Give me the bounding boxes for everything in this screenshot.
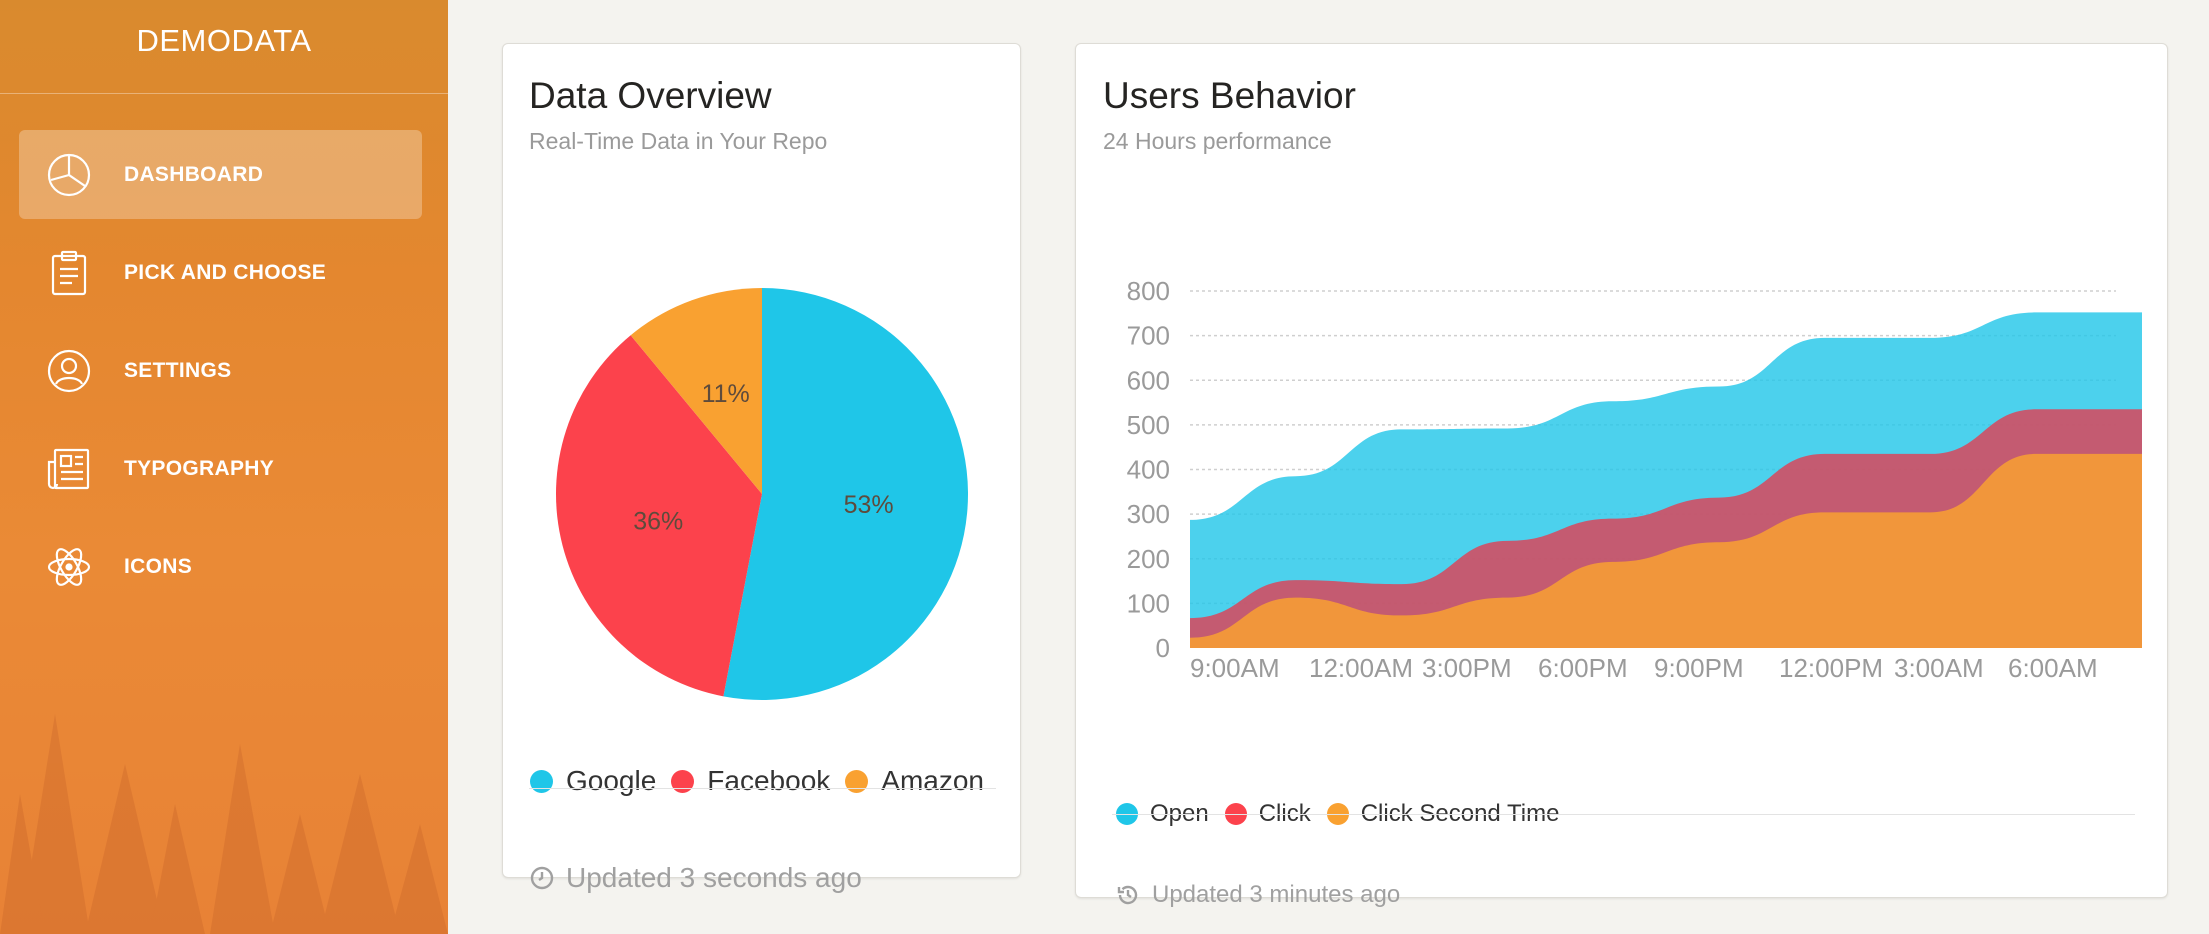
card-footer: Updated 3 minutes ago [1116, 881, 1400, 909]
history-icon [1116, 883, 1140, 907]
legend-dot-facebook [671, 769, 695, 793]
clock-icon [530, 866, 554, 890]
data-overview-card: Data Overview Real-Time Data in Your Rep… [502, 43, 1021, 893]
legend-item-facebook: Facebook [671, 765, 830, 797]
forest-background-image [0, 714, 448, 934]
y-tick-label: 200 [1127, 544, 1170, 574]
y-tick-label: 400 [1127, 455, 1170, 485]
footer-text: Updated 3 seconds ago [566, 862, 862, 893]
pie-slice-label: 36% [633, 508, 683, 536]
x-tick-label: 9:00AM [1190, 653, 1280, 683]
legend-dot-google [530, 769, 553, 793]
sidebar-item-label: TYPOGRAPHY [124, 456, 275, 480]
x-tick-label: 3:00AM [1894, 653, 1984, 683]
legend-label: Google [566, 765, 657, 796]
x-tick-label: 6:00PM [1538, 653, 1628, 683]
sidebar-item-dashboard[interactable]: DASHBOARD [19, 130, 422, 219]
card-divider [529, 788, 996, 789]
sidebar-item-icons[interactable]: ICONS [19, 522, 422, 611]
legend-dot-amazon [845, 769, 869, 793]
sidebar-item-label: ICONS [124, 554, 193, 578]
pie-slice-label: 53% [844, 491, 894, 519]
y-tick-label: 100 [1127, 588, 1170, 618]
card-divider [1112, 814, 2135, 815]
legend-label: Amazon [881, 765, 984, 796]
sidebar-item-label: SETTINGS [124, 358, 232, 382]
x-tick-label: 12:00PM [1779, 653, 1883, 683]
sidebar-item-settings[interactable]: SETTINGS [19, 326, 422, 415]
y-tick-label: 600 [1127, 365, 1170, 395]
card-subtitle: Real-Time Data in Your Repo [529, 128, 828, 154]
sidebar-nav: DASHBOARD PICK AND CHOOSE SETTINGS TYPOG… [19, 130, 422, 620]
footer-text: Updated 3 minutes ago [1152, 881, 1401, 908]
clipboard-icon [46, 250, 92, 296]
x-tick-label: 6:00AM [2008, 653, 2098, 683]
y-tick-label: 800 [1127, 276, 1170, 306]
x-tick-label: 9:00PM [1654, 653, 1744, 683]
sidebar: DEMODATA DASHBOARD PICK AND CHOOSE SETTI… [0, 0, 448, 934]
sidebar-item-label: DASHBOARD [124, 162, 264, 186]
pie-legend: Google Facebook Amazon [530, 765, 999, 797]
pie-chart-icon [46, 152, 92, 198]
y-tick-label: 300 [1127, 499, 1170, 529]
x-tick-label: 3:00PM [1422, 653, 1512, 683]
y-tick-label: 500 [1127, 410, 1170, 440]
sidebar-item-pick-and-choose[interactable]: PICK AND CHOOSE [19, 228, 422, 317]
x-tick-label: 12:00AM [1309, 653, 1413, 683]
card-subtitle: 24 Hours performance [1103, 128, 1332, 154]
sidebar-item-typography[interactable]: TYPOGRAPHY [19, 424, 422, 513]
pie-slice-label: 11% [702, 380, 750, 408]
card-title: Users Behavior [1103, 75, 1356, 116]
y-tick-label: 0 [1156, 633, 1170, 663]
legend-label: Facebook [707, 765, 831, 796]
card-title: Data Overview [529, 75, 772, 116]
users-behavior-card: Users Behavior 24 Hours performance 0 100… [1075, 43, 2168, 908]
newspaper-icon [46, 446, 92, 492]
legend-item-amazon: Amazon [845, 765, 984, 797]
user-icon [46, 348, 92, 394]
card-footer: Updated 3 seconds ago [530, 862, 862, 894]
area-chart: 0 100 200 300 400 500 600 700 800 9:00AM 12:00AM 3:… [1127, 276, 2142, 683]
sidebar-item-label: PICK AND CHOOSE [124, 260, 327, 284]
legend-item-google: Google [530, 765, 656, 797]
y-tick-label: 700 [1127, 321, 1170, 351]
brand-title[interactable]: DEMODATA [0, 0, 448, 94]
atom-icon [46, 544, 92, 590]
pie-chart: 53% 36% 11% [556, 288, 969, 700]
